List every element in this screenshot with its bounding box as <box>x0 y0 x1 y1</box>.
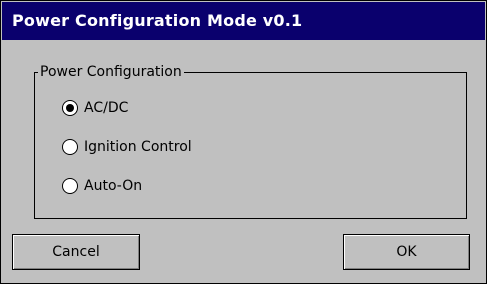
radio-option-auto-on[interactable]: Auto-On <box>62 175 142 197</box>
radio-label-acdc: AC/DC <box>84 100 129 116</box>
radio-option-ignition-control[interactable]: Ignition Control <box>62 136 192 158</box>
ok-button[interactable]: OK <box>343 234 470 270</box>
radio-unchecked-icon[interactable] <box>62 178 78 194</box>
window-title: Power Configuration Mode v0.1 <box>2 2 485 40</box>
cancel-button[interactable]: Cancel <box>12 234 140 270</box>
radio-unchecked-icon[interactable] <box>62 139 78 155</box>
dialog-window: Power Configuration Mode v0.1 Power Conf… <box>0 0 487 284</box>
radio-checked-icon[interactable] <box>62 100 78 116</box>
radio-label-ignition-control: Ignition Control <box>84 139 192 155</box>
radio-label-auto-on: Auto-On <box>84 178 143 194</box>
group-label: Power Configuration <box>38 63 184 81</box>
radio-option-acdc[interactable]: AC/DC <box>62 97 128 119</box>
